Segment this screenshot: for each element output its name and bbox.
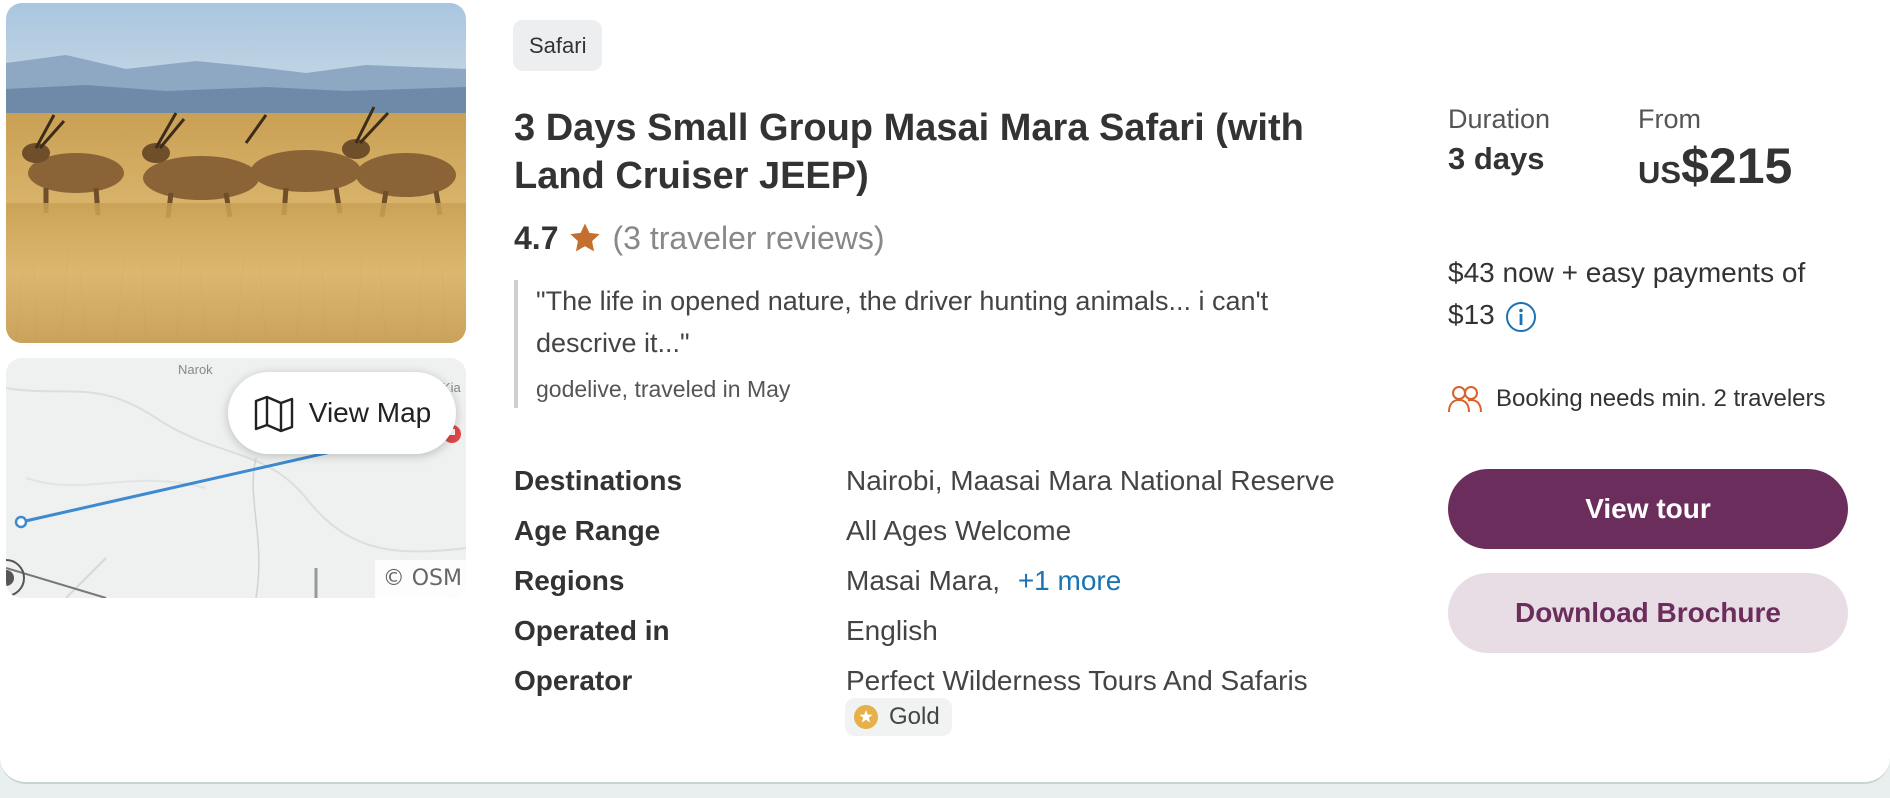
regions-more-link[interactable]: +1 more xyxy=(1018,565,1122,596)
duration-value: 3 days xyxy=(1448,141,1545,176)
duration-block: Duration 3 days xyxy=(1448,104,1550,177)
map-label-narok: Narok xyxy=(178,362,213,377)
tour-photo[interactable] xyxy=(6,3,466,343)
detail-row-age-range: Age Range All Ages Welcome xyxy=(514,506,1335,556)
rating-score: 4.7 xyxy=(514,219,559,256)
review-quote: "The life in opened nature, the driver h… xyxy=(514,280,1334,408)
gold-medal-icon xyxy=(854,705,878,729)
detail-label: Operated in xyxy=(514,615,670,646)
price-currency: US xyxy=(1638,155,1682,190)
quote-author: godelive, traveled in May xyxy=(536,376,791,402)
operator-gold-badge: Gold xyxy=(845,698,952,736)
map-icon xyxy=(254,395,293,433)
tour-details: Destinations Nairobi, Maasai Mara Nation… xyxy=(514,456,1335,736)
booking-note: Booking needs min. 2 travelers xyxy=(1496,385,1826,412)
map-copyright[interactable]: © OSM xyxy=(374,560,466,598)
payment-plan-text: $43 now + easy payments of xyxy=(1448,257,1806,288)
tour-card: Narok Kia © OSM View Map Safari 3 Days S… xyxy=(0,0,1890,784)
view-map-button[interactable]: View Map xyxy=(228,372,456,454)
payment-plan-amount: $13 xyxy=(1448,299,1495,330)
price-value: US$215 xyxy=(1638,137,1792,195)
view-map-label: View Map xyxy=(308,397,432,428)
detail-value: Masai Mara, +1 more xyxy=(846,565,1121,597)
detail-label: Regions xyxy=(514,565,625,596)
badge-label: Gold xyxy=(889,703,940,730)
download-brochure-button[interactable]: Download Brochure xyxy=(1448,573,1848,653)
info-icon[interactable] xyxy=(1505,301,1537,333)
antelope-photo xyxy=(6,3,466,343)
travelers-icon xyxy=(1448,386,1482,413)
category-tag: Safari xyxy=(513,20,603,71)
detail-row-destinations: Destinations Nairobi, Maasai Mara Nation… xyxy=(514,456,1335,506)
tour-title[interactable]: 3 Days Small Group Masai Mara Safari (wi… xyxy=(514,104,1354,200)
detail-label: Age Range xyxy=(514,515,661,546)
quote-text: "The life in opened nature, the driver h… xyxy=(536,286,1269,358)
payment-plan: $43 now + easy payments of $13 xyxy=(1448,252,1848,336)
regions-value: Masai Mara, xyxy=(846,565,1001,596)
operator-name: Perfect Wilderness Tours And Safaris xyxy=(846,665,1308,696)
view-tour-button[interactable]: View tour xyxy=(1448,469,1848,549)
detail-value: Nairobi, Maasai Mara National Reserve xyxy=(846,465,1335,496)
star-icon xyxy=(570,223,601,252)
price-amount: $215 xyxy=(1681,138,1793,194)
detail-row-operated-in: Operated in English xyxy=(514,606,1335,656)
detail-value: All Ages Welcome xyxy=(846,515,1072,546)
from-label: From xyxy=(1638,104,1701,134)
route-map[interactable]: Narok Kia © OSM View Map xyxy=(6,358,466,598)
detail-label: Operator xyxy=(514,665,633,696)
rating: 4.7 (3 traveler reviews) xyxy=(514,216,885,260)
detail-value: English xyxy=(846,615,938,646)
review-count[interactable]: (3 traveler reviews) xyxy=(612,220,884,257)
price-block: From US$215 xyxy=(1638,104,1792,195)
detail-label: Destinations xyxy=(514,465,683,496)
duration-label: Duration xyxy=(1448,104,1551,134)
booking-requirement: Booking needs min. 2 travelers xyxy=(1448,385,1826,413)
detail-row-regions: Regions Masai Mara, +1 more xyxy=(514,556,1335,606)
